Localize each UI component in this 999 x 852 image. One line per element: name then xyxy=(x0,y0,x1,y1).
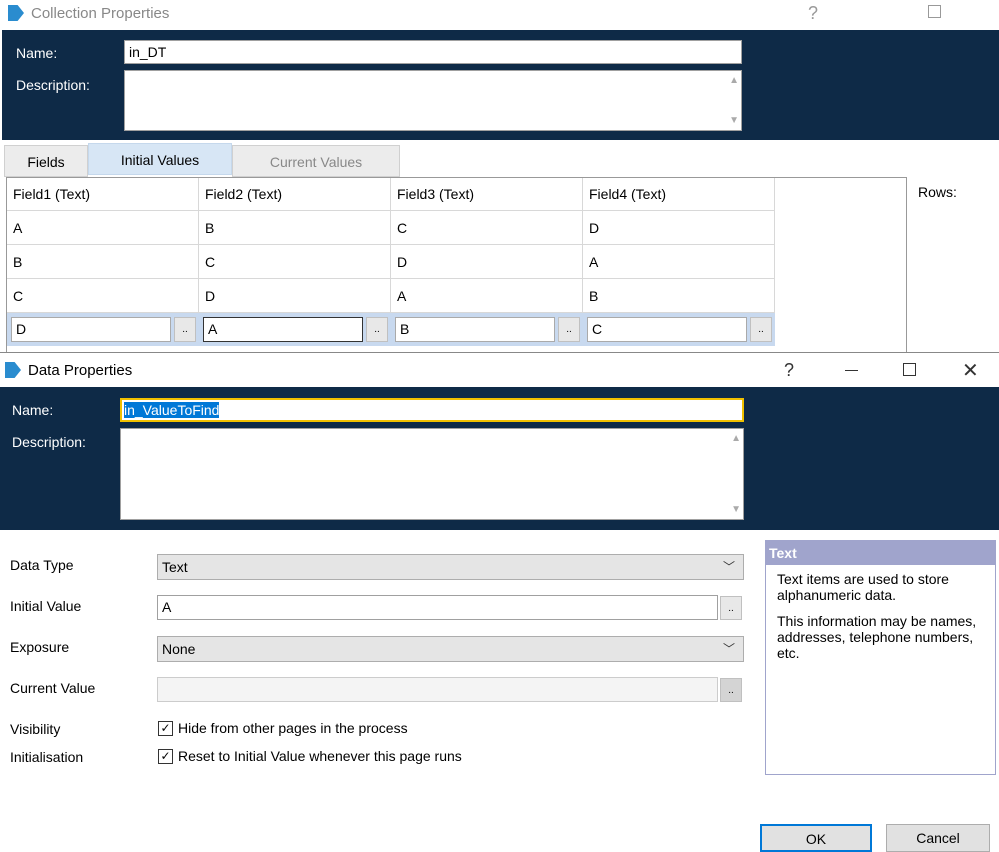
tab-current-values[interactable]: Current Values xyxy=(232,145,400,177)
ok-button[interactable]: OK xyxy=(760,824,872,852)
data-header: Name: in_ValueToFind Description: ▲ ▼ xyxy=(0,387,999,530)
table-cell[interactable]: C xyxy=(7,279,199,313)
info-paragraph-1: Text items are used to store alphanumeri… xyxy=(777,571,949,603)
scroll-up-icon[interactable]: ▲ xyxy=(731,433,741,444)
current-value-input xyxy=(157,677,718,702)
table-cell[interactable]: B xyxy=(7,245,199,279)
visibility-label: Visibility xyxy=(10,721,61,737)
edit-cell-ellipsis-button[interactable]: .. xyxy=(366,317,388,342)
help-button[interactable]: ? xyxy=(784,360,794,381)
chevron-down-icon: ﹀ xyxy=(722,560,735,574)
initial-value-input[interactable]: A xyxy=(157,595,718,620)
initialisation-checkbox[interactable]: ✓ xyxy=(158,749,173,764)
name-input-selected-text: in_ValueToFind xyxy=(124,402,220,418)
exposure-value: None xyxy=(162,641,196,657)
window-title: Data Properties xyxy=(28,362,133,379)
exposure-select[interactable]: None ﹀ xyxy=(157,636,744,662)
edit-cell-input[interactable]: B xyxy=(395,317,555,342)
info-title: Text xyxy=(766,541,995,565)
description-textarea[interactable]: ▲ ▼ xyxy=(124,70,742,131)
current-value-ellipsis-button: .. xyxy=(720,678,742,702)
description-label: Description: xyxy=(12,434,86,450)
table-cell[interactable]: D xyxy=(391,245,583,279)
minimize-icon[interactable] xyxy=(845,370,858,371)
data-type-label: Data Type xyxy=(10,557,74,573)
table-cell[interactable]: C xyxy=(391,211,583,245)
maximize-icon[interactable] xyxy=(903,363,916,376)
collection-window: Collection Properties ? Name: in_DT Desc… xyxy=(0,0,999,352)
tab-initial-values[interactable]: Initial Values xyxy=(88,143,232,175)
chevron-down-icon: ﹀ xyxy=(722,642,735,656)
name-label: Name: xyxy=(16,45,58,61)
exposure-label: Exposure xyxy=(10,639,70,655)
edit-row: D.. A.. B.. C.. xyxy=(7,313,775,346)
current-value-label: Current Value xyxy=(10,680,96,696)
table-cell[interactable]: A xyxy=(583,245,775,279)
table-cell[interactable]: A xyxy=(7,211,199,245)
column-header[interactable]: Field2 (Text) xyxy=(199,178,391,211)
table-cell[interactable]: B xyxy=(583,279,775,313)
name-input[interactable]: in_ValueToFind xyxy=(120,398,744,422)
description-label: Description: xyxy=(16,77,90,93)
maximize-icon[interactable] xyxy=(928,5,941,18)
edit-cell-ellipsis-button[interactable]: .. xyxy=(750,317,772,342)
initial-value-ellipsis-button[interactable]: .. xyxy=(720,596,742,620)
visibility-text: Hide from other pages in the process xyxy=(178,720,408,736)
rows-label: Rows: xyxy=(918,184,957,200)
close-icon[interactable]: ✕ xyxy=(962,358,979,383)
info-paragraph-2: This information may be names, addresses… xyxy=(777,613,977,661)
edit-cell-ellipsis-button[interactable]: .. xyxy=(558,317,580,342)
description-textarea[interactable]: ▲ ▼ xyxy=(120,428,744,520)
cancel-button[interactable]: Cancel xyxy=(886,824,990,852)
column-header[interactable]: Field4 (Text) xyxy=(583,178,775,211)
scroll-down-icon[interactable]: ▼ xyxy=(729,115,739,126)
window-title: Collection Properties xyxy=(31,5,170,22)
app-icon xyxy=(8,5,24,21)
table-cell[interactable]: D xyxy=(199,279,391,313)
initial-value-label: Initial Value xyxy=(10,598,82,614)
info-panel: Text Text items are used to store alphan… xyxy=(765,540,996,775)
column-header[interactable]: Field1 (Text) xyxy=(7,178,199,211)
data-type-value: Text xyxy=(162,559,188,575)
table-cell[interactable]: A xyxy=(391,279,583,313)
edit-cell-ellipsis-button[interactable]: .. xyxy=(174,317,196,342)
visibility-checkbox[interactable]: ✓ xyxy=(158,721,173,736)
name-label: Name: xyxy=(12,402,54,418)
tab-fields[interactable]: Fields xyxy=(4,145,88,177)
help-button[interactable]: ? xyxy=(808,3,818,24)
table-cell[interactable]: D xyxy=(583,211,775,245)
edit-cell-input[interactable]: D xyxy=(11,317,171,342)
data-type-select[interactable]: Text ﹀ xyxy=(157,554,744,580)
edit-cell-input[interactable]: A xyxy=(203,317,363,342)
edit-cell-input[interactable]: C xyxy=(587,317,747,342)
initialisation-text: Reset to Initial Value whenever this pag… xyxy=(178,748,462,764)
table-cell[interactable]: C xyxy=(199,245,391,279)
name-input[interactable]: in_DT xyxy=(124,40,742,64)
values-grid: Field1 (Text) Field2 (Text) Field3 (Text) F… xyxy=(6,177,907,352)
scroll-up-icon[interactable]: ▲ xyxy=(729,75,739,86)
app-icon xyxy=(5,362,21,378)
table-cell[interactable]: B xyxy=(199,211,391,245)
collection-header: Name: in_DT Description: ▲ ▼ xyxy=(2,30,999,140)
initialisation-label: Initialisation xyxy=(10,749,84,765)
column-header[interactable]: Field3 (Text) xyxy=(391,178,583,211)
scroll-down-icon[interactable]: ▼ xyxy=(731,504,741,515)
